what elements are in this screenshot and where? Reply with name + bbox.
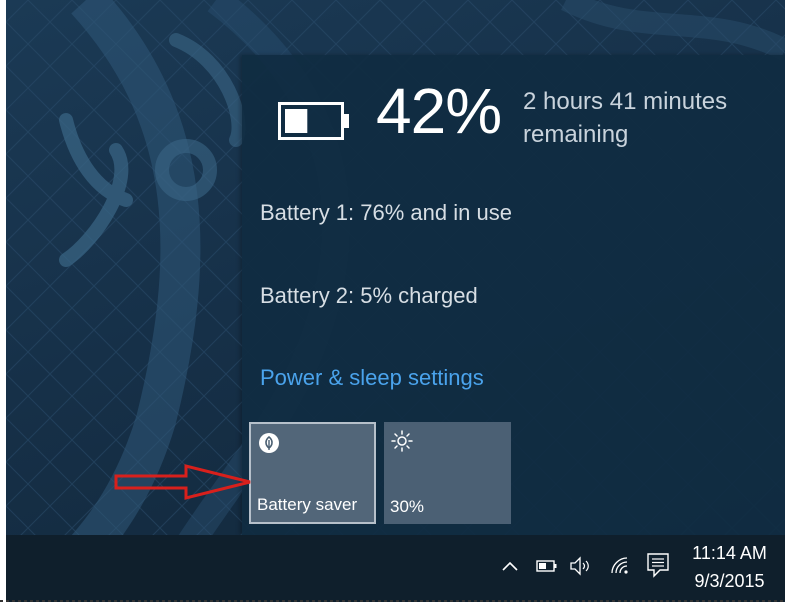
battery-percentage: 42% [376, 75, 502, 147]
red-annotation-arrow [114, 464, 251, 500]
battery-1-status: Battery 1: 76% and in use [260, 200, 512, 225]
taskbar: 11:14 AM 9/3/2015 [6, 535, 785, 602]
brightness-tile[interactable]: 30% [384, 422, 511, 524]
battery-level-fill [285, 109, 308, 133]
taskbar-clock[interactable]: 11:14 AM 9/3/2015 [682, 541, 777, 593]
time-remaining-line2: remaining [523, 121, 629, 148]
time-remaining: 2 hours 41 minutes remaining [523, 85, 763, 151]
desktop-screen: 42% 2 hours 41 minutes remaining Battery… [6, 0, 785, 602]
battery-saver-tile[interactable]: Battery saver [249, 422, 376, 524]
power-sleep-settings-link[interactable]: Power & sleep settings [260, 365, 484, 391]
battery-2-status: Battery 2: 5% charged [260, 283, 478, 308]
battery-saver-leaf-icon [259, 433, 279, 453]
brightness-sun-icon [391, 430, 413, 452]
chevron-up-icon[interactable] [499, 555, 521, 577]
wifi-icon[interactable] [609, 555, 631, 577]
volume-icon[interactable] [569, 555, 591, 577]
time-remaining-line1: 2 hours 41 minutes [523, 88, 728, 115]
battery-level-icon [278, 102, 349, 140]
clock-time: 11:14 AM [692, 543, 767, 563]
brightness-label: 30% [390, 497, 425, 516]
battery-flyout: 42% 2 hours 41 minutes remaining Battery… [242, 55, 785, 535]
battery-saver-label: Battery saver [257, 495, 358, 514]
clock-date: 9/3/2015 [694, 571, 765, 591]
action-center-icon[interactable] [646, 552, 670, 578]
battery-icon[interactable] [536, 555, 558, 577]
